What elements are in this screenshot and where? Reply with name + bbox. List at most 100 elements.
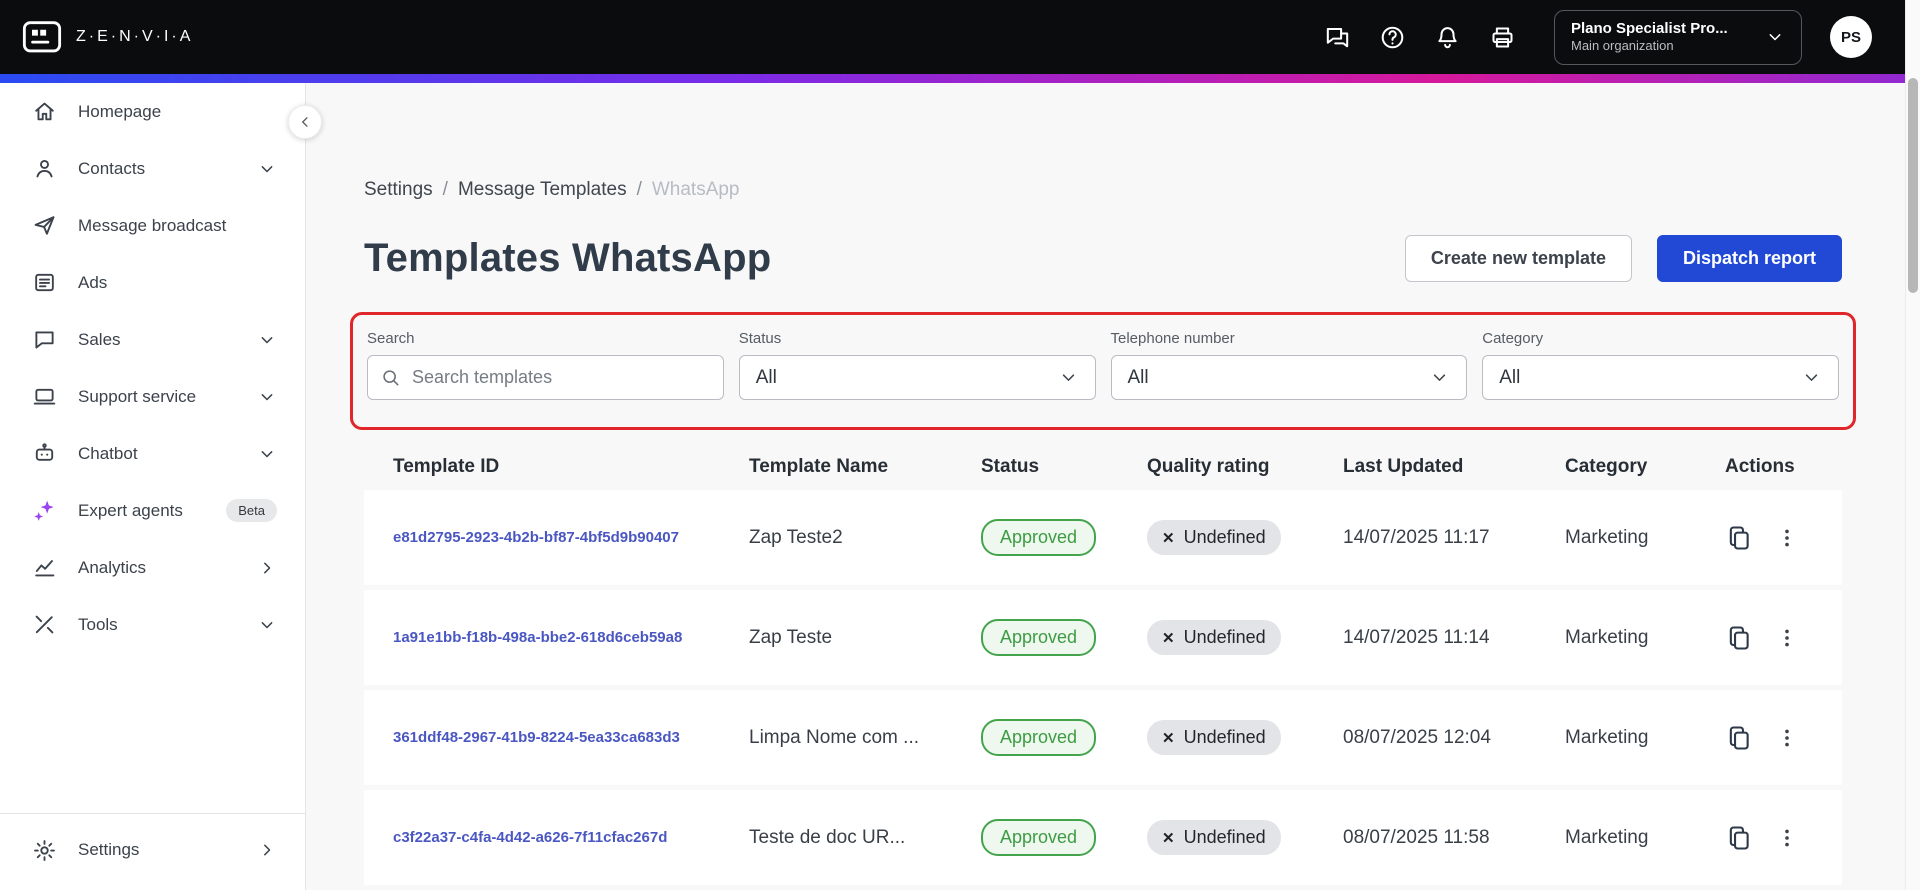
brand: Z·E·N·V·I·A bbox=[22, 19, 193, 55]
dispatch-report-button[interactable]: Dispatch report bbox=[1656, 235, 1842, 282]
table-row: 361ddf48-2967-41b9-8224-5ea33ca683d3 Limp… bbox=[364, 690, 1842, 785]
telephone-number-label: Telephone number bbox=[1110, 330, 1235, 347]
chevron-right-icon bbox=[257, 558, 277, 578]
sidebar-item-chatbot[interactable]: Chatbot bbox=[0, 425, 305, 482]
filters-highlight-annotation: Search Status All Telephone number bbox=[350, 312, 1856, 430]
scrollbar-thumb[interactable] bbox=[1908, 78, 1918, 293]
quality-rating-label: Undefined bbox=[1183, 627, 1266, 647]
main-content: Settings / Message Templates / WhatsApp … bbox=[306, 83, 1920, 890]
print-icon[interactable] bbox=[1489, 24, 1516, 51]
telephone-number-select[interactable]: All bbox=[1110, 355, 1468, 400]
sidebar-item-message-broadcast[interactable]: Message broadcast bbox=[0, 197, 305, 254]
sidebar-item-label: Expert agents bbox=[78, 500, 183, 520]
copy-icon[interactable] bbox=[1725, 724, 1753, 752]
x-icon: ✕ bbox=[1162, 729, 1175, 747]
breadcrumb-whatsapp: WhatsApp bbox=[651, 179, 740, 200]
kebab-menu-icon[interactable] bbox=[1775, 526, 1799, 550]
header-status: Status bbox=[981, 456, 1040, 477]
status-label: Status bbox=[738, 330, 782, 347]
sidebar-item-label: Contacts bbox=[78, 158, 146, 178]
send-icon bbox=[32, 213, 57, 238]
sidebar-nav: Homepage Contacts Message broadcast Ads Sale… bbox=[0, 83, 305, 653]
status-approved-badge: Approved bbox=[981, 719, 1097, 756]
breadcrumb-message-templates[interactable]: Message Templates bbox=[458, 179, 627, 201]
filters-bar: Search Status All Telephone number bbox=[367, 330, 1839, 400]
sidebar-item-ads[interactable]: Ads bbox=[0, 254, 305, 311]
organization-name: Plano Specialist Pro... bbox=[1571, 19, 1728, 37]
notifications-icon[interactable] bbox=[1434, 24, 1461, 51]
home-icon bbox=[32, 99, 57, 124]
sidebar-item-sales[interactable]: Sales bbox=[0, 311, 305, 368]
chevron-down-icon bbox=[1801, 367, 1822, 388]
sales-icon bbox=[32, 327, 57, 352]
sparkles-icon bbox=[32, 498, 57, 523]
copy-icon[interactable] bbox=[1725, 524, 1753, 552]
category-select[interactable]: All bbox=[1482, 355, 1839, 400]
sidebar-item-contacts[interactable]: Contacts bbox=[0, 140, 305, 197]
kebab-menu-icon[interactable] bbox=[1775, 826, 1799, 850]
header-last-updated: Last Updated bbox=[1343, 456, 1464, 477]
last-updated: 08/07/2025 12:04 bbox=[1343, 726, 1491, 748]
sidebar-item-expert-agents[interactable]: Expert agents Beta bbox=[0, 482, 305, 539]
chevron-right-icon bbox=[257, 840, 277, 860]
sidebar-item-label: Chatbot bbox=[78, 443, 138, 463]
page-title: Templates WhatsApp bbox=[364, 236, 772, 280]
copy-icon[interactable] bbox=[1725, 624, 1753, 652]
scrollbar bbox=[1905, 0, 1920, 890]
sidebar-item-label: Support service bbox=[78, 386, 197, 406]
header-template-id: Template ID bbox=[393, 456, 500, 477]
sidebar-item-label: Ads bbox=[78, 272, 108, 292]
x-icon: ✕ bbox=[1162, 629, 1175, 647]
x-icon: ✕ bbox=[1162, 829, 1175, 847]
header-actions: Actions bbox=[1725, 456, 1795, 477]
sidebar-item-support-service[interactable]: Support service bbox=[0, 368, 305, 425]
last-updated: 14/07/2025 11:17 bbox=[1343, 526, 1490, 548]
chevron-left-icon bbox=[296, 113, 314, 131]
template-id-link[interactable]: 361ddf48-2967-41b9-8224-5ea33ca683d3 bbox=[393, 729, 696, 746]
chevron-down-icon bbox=[257, 387, 277, 407]
brand-gradient-bar bbox=[0, 74, 1920, 83]
quality-rating-badge: ✕ Undefined bbox=[1147, 820, 1281, 855]
kebab-menu-icon[interactable] bbox=[1775, 626, 1799, 650]
quality-rating-badge: ✕ Undefined bbox=[1147, 720, 1281, 755]
avatar[interactable]: PS bbox=[1830, 16, 1872, 58]
templates-table: Template ID Template Name Status Quality… bbox=[364, 444, 1842, 890]
header-category: Category bbox=[1565, 456, 1648, 477]
table-row: c3f22a37-c4fa-4d42-a626-7f11cfac267d Test… bbox=[364, 790, 1842, 885]
organization-selector[interactable]: Plano Specialist Pro... Main organizatio… bbox=[1554, 9, 1802, 65]
quality-rating-label: Undefined bbox=[1183, 527, 1266, 547]
create-new-template-button[interactable]: Create new template bbox=[1404, 235, 1632, 282]
sidebar-item-analytics[interactable]: Analytics bbox=[0, 539, 305, 596]
chevron-down-icon bbox=[1429, 367, 1450, 388]
breadcrumb-separator: / bbox=[442, 179, 448, 200]
breadcrumb: Settings / Message Templates / WhatsApp bbox=[364, 179, 1842, 201]
chevron-down-icon bbox=[257, 330, 277, 350]
contacts-icon bbox=[32, 156, 57, 181]
organization-sub: Main organization bbox=[1571, 38, 1674, 54]
category-value: Marketing bbox=[1565, 726, 1649, 748]
chevron-down-icon bbox=[257, 444, 277, 464]
sidebar-collapse-button[interactable] bbox=[288, 105, 322, 139]
status-approved-badge: Approved bbox=[981, 619, 1097, 656]
gear-icon bbox=[32, 838, 57, 863]
template-id-link[interactable]: c3f22a37-c4fa-4d42-a626-7f11cfac267d bbox=[393, 829, 683, 846]
sidebar-item-tools[interactable]: Tools bbox=[0, 596, 305, 653]
header-template-name: Template Name bbox=[749, 456, 889, 477]
sidebar-bottom: Settings bbox=[0, 813, 305, 890]
chevron-down-icon bbox=[1058, 367, 1079, 388]
status-select[interactable]: All bbox=[738, 355, 1096, 400]
search-input[interactable] bbox=[367, 355, 724, 400]
sidebar-item-settings[interactable]: Settings bbox=[0, 820, 305, 880]
template-id-link[interactable]: 1a91e1bb-f18b-498a-bbe2-618d6ceb59a8 bbox=[393, 629, 698, 646]
telephone-select-value: All bbox=[1127, 366, 1149, 388]
kebab-menu-icon[interactable] bbox=[1775, 726, 1799, 750]
help-icon[interactable] bbox=[1379, 24, 1406, 51]
sidebar: Homepage Contacts Message broadcast Ads Sale… bbox=[0, 83, 322, 890]
copy-icon[interactable] bbox=[1725, 824, 1753, 852]
page-header: Templates WhatsApp Create new template D… bbox=[364, 235, 1842, 282]
sidebar-item-homepage[interactable]: Homepage bbox=[0, 83, 305, 140]
conversations-icon[interactable] bbox=[1324, 24, 1351, 51]
template-id-link[interactable]: e81d2795-2923-4b2b-bf87-4bf5d9b90407 bbox=[393, 529, 695, 546]
status-select-value: All bbox=[755, 366, 777, 388]
breadcrumb-settings[interactable]: Settings bbox=[364, 179, 433, 201]
